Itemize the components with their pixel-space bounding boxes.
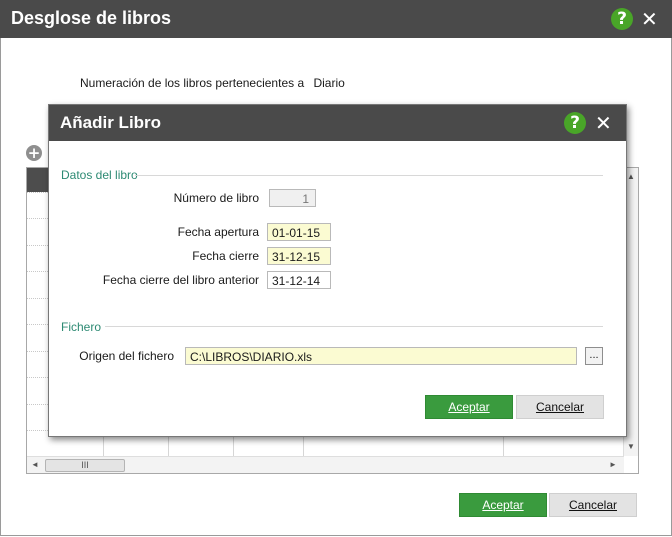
cierre-anterior-field[interactable]: 31-12-14 (267, 271, 331, 289)
browse-button[interactable]: ... (585, 347, 603, 365)
dialog-accept-button[interactable]: Aceptar (425, 395, 513, 419)
cierre-anterior-label: Fecha cierre del libro anterior (102, 273, 259, 287)
scroll-up-icon[interactable]: ▲ (627, 172, 635, 181)
section-title-book: Datos del libro (61, 168, 138, 182)
origen-label: Origen del fichero (79, 349, 174, 363)
window-titlebar: Desglose de libros ? ✕ (0, 0, 672, 38)
scroll-down-icon[interactable]: ▼ (627, 442, 635, 451)
grid-row-header (27, 168, 49, 192)
window-accept-button[interactable]: Aceptar (459, 493, 547, 517)
scroll-left-icon[interactable]: ◄ (31, 460, 39, 469)
add-book-icon[interactable]: + (26, 145, 42, 161)
numero-label: Número de libro (173, 191, 259, 205)
scroll-right-icon[interactable]: ► (609, 460, 617, 469)
window-cancel-button[interactable]: Cancelar (549, 493, 637, 517)
apertura-label: Fecha apertura (177, 225, 259, 239)
section-separator (105, 326, 603, 327)
dialog-help-icon[interactable]: ? (564, 112, 586, 134)
cierre-field[interactable]: 31-12-15 (267, 247, 331, 265)
apertura-field[interactable]: 01-01-15 (267, 223, 331, 241)
cierre-label: Fecha cierre (192, 249, 259, 263)
add-book-dialog: Añadir Libro ? ✕ Datos del libro Número … (48, 104, 627, 437)
grid-horizontal-scrollbar[interactable]: ◄ III ► (27, 456, 624, 473)
section-title-file: Fichero (61, 320, 102, 334)
numeracion-label: Numeración de los libros pertenecientes … (80, 76, 305, 90)
dialog-cancel-button[interactable]: Cancelar (516, 395, 604, 419)
window-title: Desglose de libros (11, 8, 172, 28)
close-icon[interactable]: ✕ (641, 9, 658, 29)
numero-field: 1 (269, 189, 316, 207)
numeracion-row: Numeración de los libros pertenecientes … (80, 76, 345, 90)
scroll-thumb[interactable]: III (45, 459, 125, 472)
dialog-titlebar: Añadir Libro ? ✕ (49, 105, 626, 141)
origen-field[interactable]: C:\LIBROS\DIARIO.xls (185, 347, 577, 365)
dialog-close-icon[interactable]: ✕ (595, 113, 612, 133)
section-separator (135, 175, 603, 176)
numeracion-value: Diario (313, 76, 345, 90)
help-icon[interactable]: ? (611, 8, 633, 30)
dialog-title: Añadir Libro (60, 113, 162, 132)
